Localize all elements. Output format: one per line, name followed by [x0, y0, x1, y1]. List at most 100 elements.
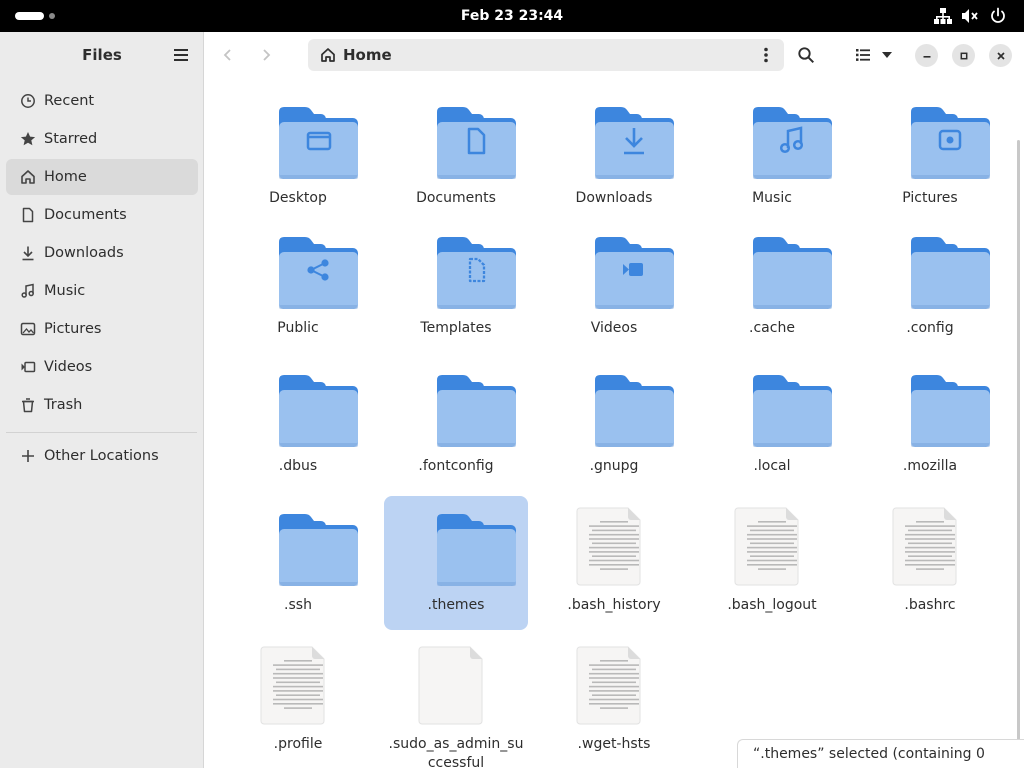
view-options-button[interactable] [879, 41, 895, 69]
sidebar-item-documents[interactable]: Documents [6, 197, 198, 233]
folder-item[interactable]: Downloads [542, 89, 686, 223]
view-mode-button[interactable] [849, 41, 877, 69]
network-icon[interactable] [934, 7, 952, 25]
volume-muted-icon[interactable] [961, 7, 979, 25]
item-name: Desktop [269, 190, 327, 206]
folder-item[interactable]: Documents [384, 89, 528, 223]
download-icon [19, 244, 37, 262]
forward-button[interactable] [252, 41, 280, 69]
folder-icon [911, 237, 990, 309]
folder-item[interactable]: .dbus [226, 357, 370, 491]
sidebar-item-label: Videos [44, 359, 93, 375]
item-name: Pictures [902, 190, 958, 206]
folder-item[interactable]: .cache [700, 219, 844, 353]
item-name: .bash_logout [727, 597, 817, 613]
file-item[interactable]: .bash_logout [700, 496, 844, 630]
folder-icon [437, 375, 516, 447]
item-name: .ssh [284, 597, 312, 613]
sidebar-item-label: Starred [44, 131, 98, 147]
workspace-inactive-indicator [49, 13, 55, 19]
sidebar-item-trash[interactable]: Trash [6, 387, 198, 423]
path-bar[interactable]: Home [308, 39, 784, 71]
folder-icon [279, 514, 358, 586]
sidebar-item-other-locations[interactable]: Other Locations [6, 438, 198, 474]
workspace-active-indicator [15, 12, 44, 20]
status-overlay: “.themes” selected (containing 0 items) [737, 739, 1024, 768]
main-menu-button[interactable] [168, 44, 194, 66]
item-name: .mozilla [902, 458, 958, 474]
path-segment-home[interactable]: Home [343, 39, 392, 71]
sidebar-item-music[interactable]: Music [6, 273, 198, 309]
clock[interactable]: Feb 23 23:44 [412, 0, 612, 32]
file-grid[interactable]: Desktop Documents Downloads Music Pictures Pu… [205, 78, 1024, 768]
status-text: “.themes” selected (containing 0 items) [753, 746, 985, 762]
folder-item[interactable]: .config [858, 219, 1002, 353]
folder-icon [437, 107, 516, 179]
text-file-icon [734, 507, 799, 586]
empty-file-icon [418, 646, 483, 725]
sidebar-item-videos[interactable]: Videos [6, 349, 198, 385]
folder-item[interactable]: .local [700, 357, 844, 491]
item-name: .themes [427, 597, 485, 613]
chevron-down-icon [882, 52, 892, 58]
folder-item[interactable]: Videos [542, 219, 686, 353]
folder-item[interactable]: .fontconfig [384, 357, 528, 491]
item-name: Music [752, 190, 792, 206]
folder-icon [279, 375, 358, 447]
file-item[interactable]: .profile [226, 635, 370, 768]
item-name: .profile [273, 736, 323, 752]
sidebar-item-home[interactable]: Home [6, 159, 198, 195]
plus-icon [19, 447, 37, 465]
folder-item[interactable]: .ssh [226, 496, 370, 630]
minimize-button[interactable] [915, 44, 938, 67]
folder-item[interactable]: .gnupg [542, 357, 686, 491]
folder-item[interactable]: Music [700, 89, 844, 223]
item-name: Downloads [575, 190, 653, 206]
path-menu-button[interactable] [756, 44, 776, 66]
file-item[interactable]: .bashrc [858, 496, 1002, 630]
folder-icon [911, 375, 990, 447]
sidebar-item-pictures[interactable]: Pictures [6, 311, 198, 347]
close-button[interactable] [989, 44, 1012, 67]
sidebar-item-label: Documents [44, 207, 127, 223]
search-button[interactable] [792, 41, 820, 69]
power-icon[interactable] [989, 7, 1007, 25]
hamburger-icon [174, 49, 188, 61]
scrollbar[interactable] [1017, 140, 1020, 760]
file-item[interactable]: .sudo_as_admin_successful [384, 635, 528, 768]
folder-icon [437, 514, 516, 586]
sidebar-item-label: Trash [44, 397, 83, 413]
item-name: Public [277, 320, 319, 336]
sidebar-item-label: Downloads [44, 245, 124, 261]
folder-item[interactable]: Templates [384, 219, 528, 353]
sidebar-item-label: Pictures [44, 321, 102, 337]
folder-item[interactable]: .themes [384, 496, 528, 630]
sidebar-divider [6, 432, 197, 433]
text-file-icon [260, 646, 325, 725]
item-name: .config [906, 320, 954, 336]
sidebar-item-label: Recent [44, 93, 95, 109]
sidebar-item-starred[interactable]: Starred [6, 121, 198, 157]
item-name: Videos [590, 320, 638, 336]
folder-item[interactable]: .mozilla [858, 357, 1002, 491]
folder-item[interactable]: Pictures [858, 89, 1002, 223]
activities-indicator[interactable] [15, 12, 55, 20]
file-item[interactable]: .wget-hsts [542, 635, 686, 768]
sidebar-item-label: Home [44, 169, 87, 185]
sidebar-item-recent[interactable]: Recent [6, 83, 198, 119]
file-item[interactable]: .bash_history [542, 496, 686, 630]
trash-icon [19, 396, 37, 414]
folder-item[interactable]: Desktop [226, 89, 370, 223]
vertical-dots-icon [764, 47, 768, 63]
close-icon [996, 51, 1005, 60]
item-name: .cache [749, 320, 795, 336]
back-button[interactable] [214, 41, 242, 69]
item-name: .bashrc [904, 597, 956, 613]
star-icon [19, 130, 37, 148]
folder-item[interactable]: Public [226, 219, 370, 353]
chevron-left-icon [223, 49, 231, 61]
sidebar-item-downloads[interactable]: Downloads [6, 235, 198, 271]
search-icon [798, 47, 815, 64]
maximize-button[interactable] [952, 44, 975, 67]
folder-icon [753, 107, 832, 179]
